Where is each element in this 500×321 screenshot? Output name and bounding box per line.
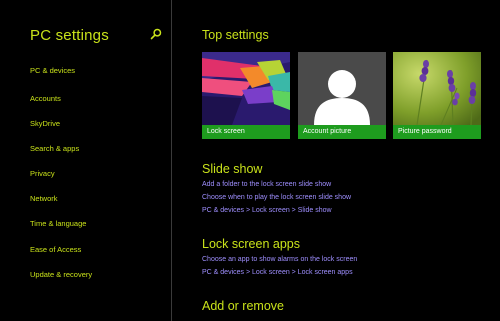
lock-screen-apps-path-link[interactable]: PC & devices > Lock screen > Lock screen… [202, 269, 353, 276]
picture-password-tile-label: Picture password [393, 125, 481, 139]
picture-password-tile[interactable]: Picture password [393, 52, 481, 139]
lock-screen-tile-label: Lock screen [202, 125, 290, 139]
lock-screen-tile[interactable]: Lock screen [202, 52, 290, 139]
lock-screen-image [202, 52, 290, 125]
lock-screen-apps-heading: Lock screen apps [202, 237, 300, 251]
sidebar-item-accounts[interactable]: Accounts [30, 94, 61, 103]
sidebar-item-network[interactable]: Network [30, 194, 58, 203]
sidebar-item-update-recovery[interactable]: Update & recovery [30, 270, 92, 279]
sidebar-item-pc-devices[interactable]: PC & devices [30, 66, 75, 75]
top-settings-heading: Top settings [202, 28, 269, 42]
add-or-remove-heading: Add or remove [202, 299, 284, 313]
add-folder-slide-show-link[interactable]: Add a folder to the lock screen slide sh… [202, 181, 331, 188]
main-content: Top settings Lock screen Account picture [202, 0, 500, 321]
account-picture-tile-label: Account picture [298, 125, 386, 139]
sidebar-title: PC settings [30, 27, 109, 44]
account-picture-image [298, 52, 386, 125]
choose-when-play-slide-show-link[interactable]: Choose when to play the lock screen slid… [202, 194, 351, 201]
sidebar: PC settings PC & devices Accounts SkyDri… [0, 0, 171, 321]
choose-alarm-app-link[interactable]: Choose an app to show alarms on the lock… [202, 256, 357, 263]
slide-show-path-link[interactable]: PC & devices > Lock screen > Slide show [202, 207, 332, 214]
sidebar-divider [171, 0, 172, 321]
picture-password-image [393, 52, 481, 125]
search-icon[interactable] [150, 28, 162, 40]
sidebar-item-search-apps[interactable]: Search & apps [30, 144, 79, 153]
sidebar-item-ease-of-access[interactable]: Ease of Access [30, 245, 81, 254]
sidebar-item-time-language[interactable]: Time & language [30, 219, 86, 228]
account-picture-tile[interactable]: Account picture [298, 52, 386, 139]
slide-show-heading: Slide show [202, 162, 263, 176]
sidebar-item-privacy[interactable]: Privacy [30, 169, 55, 178]
sidebar-item-skydrive[interactable]: SkyDrive [30, 119, 60, 128]
